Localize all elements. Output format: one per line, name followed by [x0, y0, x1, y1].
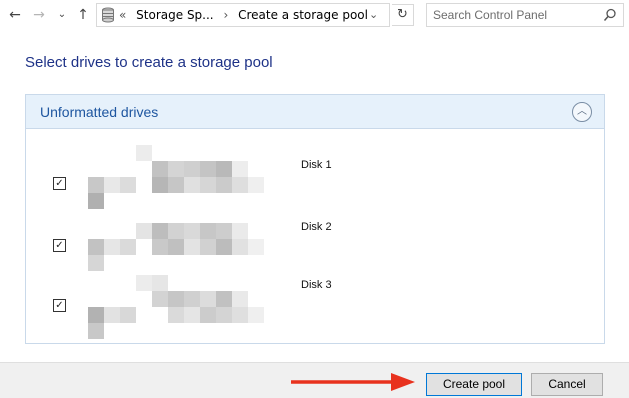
create-pool-button[interactable]: Create pool	[426, 373, 522, 396]
breadcrumb: « Storage Sp... › Create a storage pool	[119, 8, 374, 22]
back-icon[interactable]: ←	[6, 6, 24, 24]
disk-2-checkbox[interactable]: ✓	[53, 239, 66, 252]
address-bar[interactable]: « Storage Sp... › Create a storage pool …	[96, 3, 390, 27]
breadcrumb-separator[interactable]: ›	[223, 8, 228, 22]
arrow-annotation-icon	[291, 373, 415, 391]
drive-item: ✓ Disk 2	[26, 193, 604, 271]
up-icon[interactable]: ↑	[74, 6, 92, 24]
breadcrumb-create-storage-pool[interactable]: Create a storage pool	[238, 8, 368, 22]
breadcrumb-overflow[interactable]: «	[119, 8, 126, 22]
refresh-icon[interactable]: ↻	[392, 4, 414, 26]
page-title: Select drives to create a storage pool	[25, 54, 273, 71]
disk-1-label: Disk 1	[301, 159, 332, 171]
group-title: Unformatted drives	[40, 104, 159, 120]
navigation-bar: ← → ⌄ ↑ « Storage Sp... › Create a stora…	[0, 0, 629, 31]
disk-3-label: Disk 3	[301, 279, 332, 291]
search-icon[interactable]	[603, 8, 617, 22]
group-header[interactable]: Unformatted drives ︿	[26, 95, 604, 129]
breadcrumb-storage-spaces[interactable]: Storage Sp...	[136, 8, 213, 22]
forward-icon[interactable]: →	[30, 6, 48, 24]
search-input[interactable]	[433, 7, 593, 23]
recent-locations-icon[interactable]: ⌄	[53, 6, 71, 24]
cancel-button[interactable]: Cancel	[531, 373, 603, 396]
search-box[interactable]	[426, 3, 624, 27]
storage-spaces-icon	[102, 7, 114, 23]
drive-item: ✓ Disk 1	[26, 131, 604, 209]
unformatted-drives-group: Unformatted drives ︿ ✓ Disk 1 ✓ Disk 2 ✓…	[25, 94, 605, 344]
collapse-icon[interactable]: ︿	[572, 102, 592, 122]
disk-2-label: Disk 2	[301, 221, 332, 233]
disk-3-checkbox[interactable]: ✓	[53, 299, 66, 312]
drive-item: ✓ Disk 3	[26, 255, 604, 339]
disk-1-checkbox[interactable]: ✓	[53, 177, 66, 190]
address-dropdown-icon[interactable]: ⌄	[369, 8, 378, 21]
